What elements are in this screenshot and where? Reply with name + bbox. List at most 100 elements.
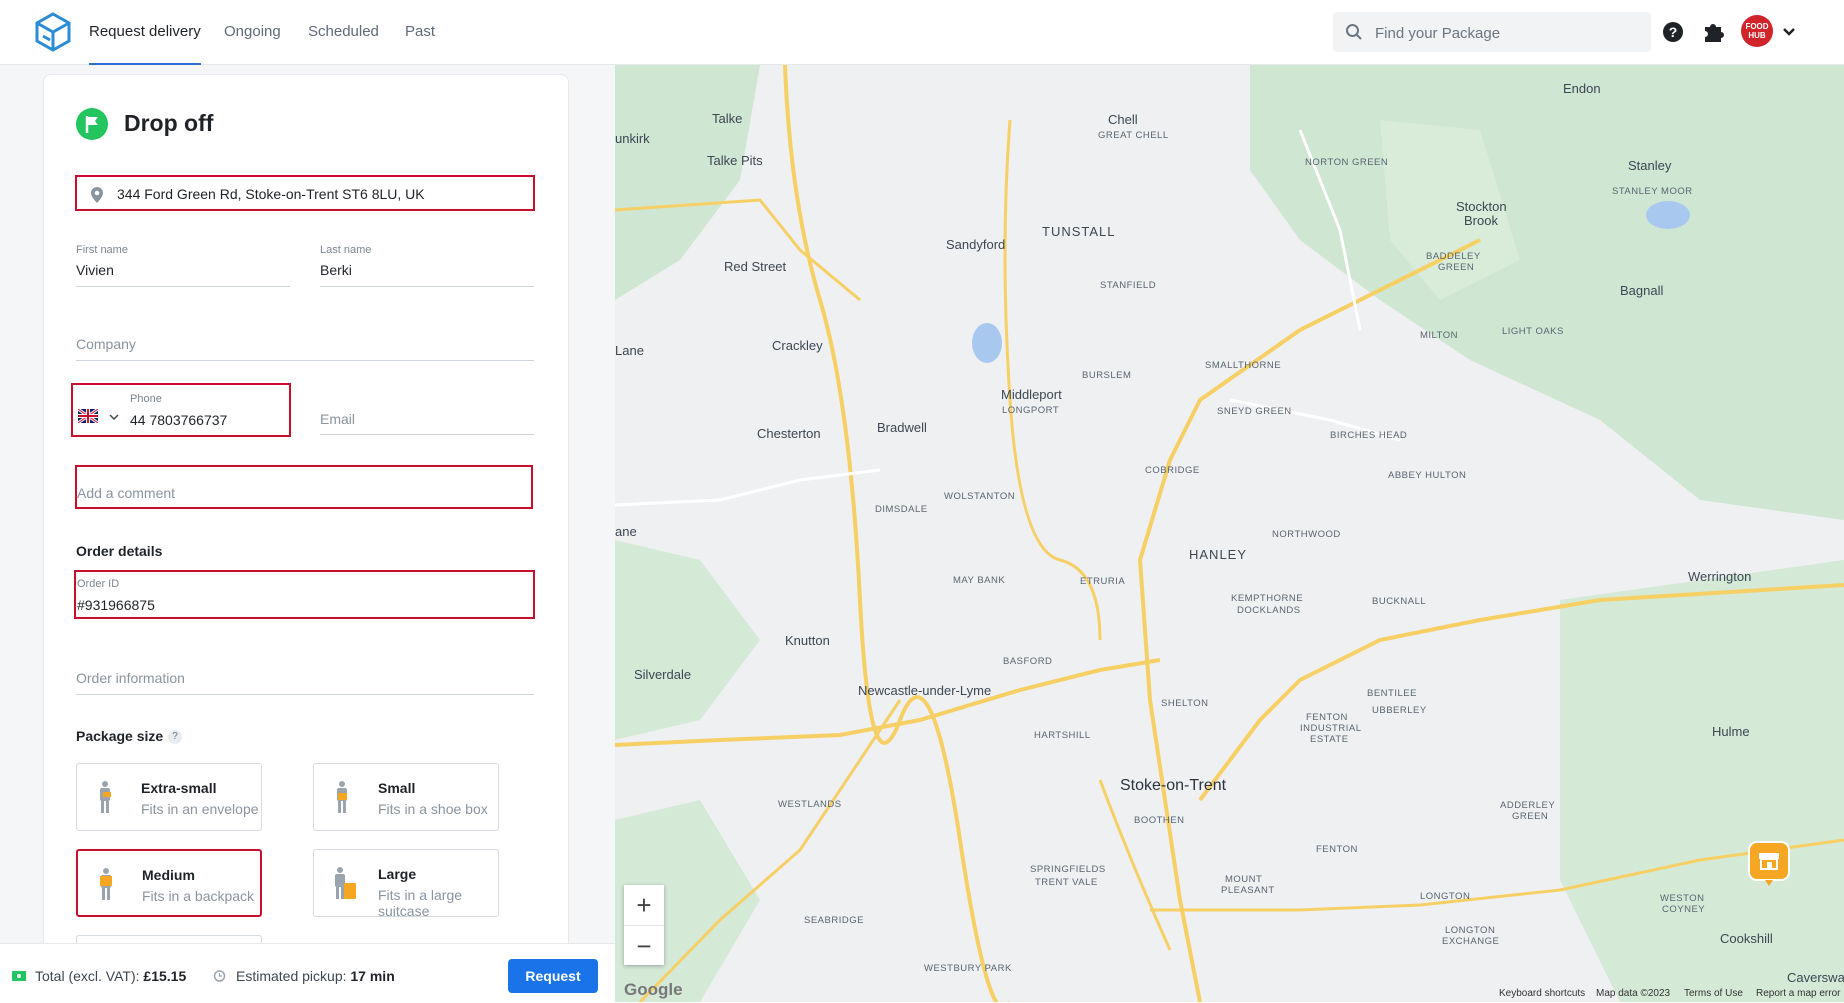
comment-field[interactable]: Add a comment [75, 465, 533, 509]
tab-scheduled[interactable]: Scheduled [308, 0, 379, 64]
map-place-label: DOCKLANDS [1237, 605, 1301, 616]
company-field[interactable]: Company [76, 334, 534, 361]
map-place-label: LONGPORT [1002, 405, 1060, 416]
map-place-label: Talke [712, 111, 743, 126]
map-place-label: Hulme [1712, 724, 1750, 739]
map-place-label: Bagnall [1620, 283, 1664, 298]
phone-field[interactable]: Phone 44 7803766737 [71, 383, 291, 437]
email-placeholder: Email [320, 411, 356, 427]
map-place-label: Crackley [772, 338, 823, 353]
order-information-field[interactable]: Order information [76, 668, 534, 695]
map-place-label: Chesterton [757, 426, 821, 441]
map-data-text: Map data ©2023 [1596, 988, 1671, 999]
map-place-label: LONGTON [1420, 891, 1471, 902]
package-option-small[interactable]: Small Fits in a shoe box [313, 763, 499, 831]
help-icon[interactable]: ? [1663, 22, 1683, 42]
map-place-label: GREEN [1512, 811, 1549, 822]
chevron-down-icon[interactable] [109, 413, 119, 421]
map-place-label: DIMSDALE [875, 504, 928, 515]
map-place-label: ESTATE [1310, 734, 1349, 745]
terms-link[interactable]: Terms of Use [1684, 988, 1743, 999]
chevron-down-icon[interactable] [1781, 24, 1797, 40]
map-place-label: Sandyford [946, 237, 1006, 252]
address-field[interactable]: 344 Ford Green Rd, Stoke-on-Trent ST6 8L… [75, 175, 535, 211]
email-field[interactable]: Email [320, 408, 534, 435]
map-place-label: BASFORD [1003, 656, 1053, 667]
map-place-label: FENTON [1316, 844, 1358, 855]
avatar[interactable]: FOOD HUB [1741, 15, 1773, 47]
map-place-label: ETRURIA [1080, 576, 1126, 587]
map-place-label: SPRINGFIELDS [1030, 864, 1106, 875]
first-name-label: First name [76, 244, 128, 256]
zoom-controls: + − [624, 885, 664, 965]
map-place-label: MOUNT [1225, 874, 1263, 885]
map-place-label: Werrington [1688, 569, 1752, 584]
map-place-label: BADDELEY [1426, 251, 1481, 262]
order-information-placeholder: Order information [76, 670, 185, 686]
package-option-extra-small[interactable]: Extra-small Fits in an envelope [76, 763, 262, 831]
map-place-label: WOLSTANTON [944, 491, 1016, 502]
person-icon [100, 868, 112, 900]
keyboard-shortcuts-link[interactable]: Keyboard shortcuts [1499, 988, 1585, 999]
order-id-field[interactable]: Order ID #931966875 [74, 570, 535, 619]
map-place-label: PLEASANT [1221, 885, 1275, 896]
pickup-marker[interactable] [1748, 841, 1790, 887]
package-desc: Fits in a shoe box [378, 801, 488, 817]
tab-ongoing[interactable]: Ongoing [224, 0, 281, 64]
zoom-in-button[interactable]: + [624, 885, 664, 926]
map-place-label: ADDERLEY [1500, 800, 1556, 811]
first-name-field[interactable]: First name Vivien [76, 244, 290, 287]
section-title-dropoff: Drop off [124, 110, 214, 136]
map-place-label: SNEYD GREEN [1217, 406, 1292, 417]
request-button[interactable]: Request [508, 959, 598, 993]
zoom-out-button[interactable]: − [624, 926, 664, 966]
map-place-label: Cookshill [1720, 931, 1773, 946]
package-name: Medium [142, 867, 195, 883]
total-label: Total (excl. VAT): [35, 968, 140, 984]
map-place-label: INDUSTRIAL [1300, 723, 1362, 734]
map-place-label: NORTHWOOD [1272, 529, 1341, 540]
map-place-label: ABBEY HULTON [1388, 470, 1467, 481]
map-place-label: COBRIDGE [1145, 465, 1200, 476]
map-place-label: KEMPTHORNE [1231, 593, 1304, 604]
avatar-text: FOOD HUB [1745, 22, 1769, 40]
map-place-label: BIRCHES HEAD [1330, 430, 1408, 441]
map-place-label: TRENT VALE [1035, 877, 1098, 888]
google-logo: Google [624, 980, 683, 999]
package-name: Small [378, 780, 416, 796]
order-id-label: Order ID [77, 578, 120, 590]
top-nav-bar: Request delivery Ongoing Scheduled Past … [0, 0, 1844, 65]
package-size-heading: Package size [76, 728, 164, 744]
map-view[interactable]: Endon Talke Chell GREAT CHELL unkirk Talke Pi… [615, 65, 1844, 1002]
comment-placeholder: Add a comment [77, 485, 176, 501]
map-place-label: MAY BANK [953, 575, 1006, 586]
last-name-field[interactable]: Last name Berki [320, 244, 534, 287]
package-option-medium[interactable]: Medium Fits in a backpack [76, 849, 262, 917]
order-id-value: #931966875 [77, 597, 155, 613]
timer-icon [213, 970, 226, 982]
uk-flag-icon [78, 409, 98, 423]
tab-past[interactable]: Past [405, 0, 435, 64]
map-place-label: Endon [1563, 81, 1601, 96]
map-place-label: COYNEY [1662, 904, 1706, 915]
person-with-suitcase-icon [335, 867, 356, 899]
puzzle-icon[interactable] [1702, 21, 1724, 43]
last-name-value: Berki [320, 262, 352, 278]
map-place-label: HARTSHILL [1034, 730, 1091, 741]
map-place-label: Caverswa [1787, 970, 1844, 985]
map-place-label: Brook [1464, 213, 1498, 228]
report-map-error-link[interactable]: Report a map error [1756, 988, 1840, 999]
package-option-large[interactable]: Large Fits in a large suitcase [313, 849, 499, 919]
location-pin-icon [91, 187, 103, 203]
package-name: Extra-small [141, 780, 217, 796]
map-place-label: STANLEY MOOR [1612, 186, 1693, 197]
flag-icon [76, 108, 108, 140]
store-icon [1748, 841, 1790, 886]
map-place-label: BOOTHEN [1134, 815, 1185, 826]
search-input[interactable] [1373, 12, 1647, 54]
help-icon[interactable]: ? [168, 730, 182, 744]
tab-request-delivery[interactable]: Request delivery [89, 0, 201, 65]
app-logo-icon[interactable] [34, 12, 72, 52]
map-place-label: EXCHANGE [1442, 936, 1500, 947]
map-place-label: Stockton [1456, 199, 1507, 214]
